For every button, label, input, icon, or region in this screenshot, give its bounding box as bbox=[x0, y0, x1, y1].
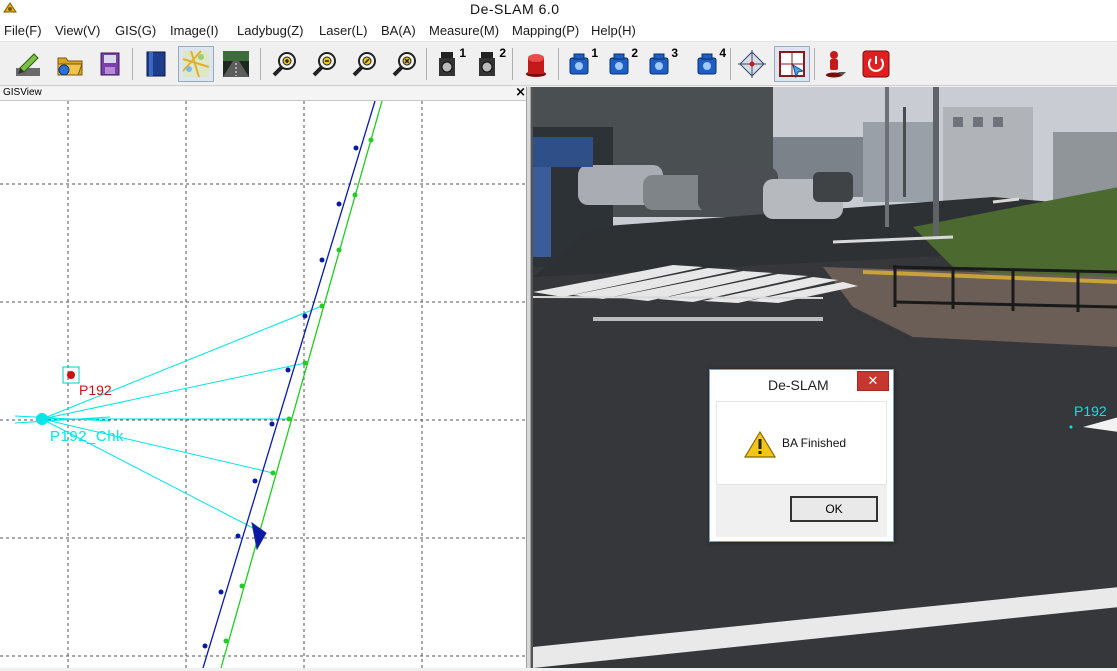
blue-camera-1-number: 1 bbox=[591, 46, 598, 60]
blue-camera-4-button[interactable]: 4 bbox=[690, 46, 726, 82]
menu-measure[interactable]: Measure(M) bbox=[429, 23, 499, 38]
save-button[interactable] bbox=[92, 46, 128, 82]
dialog-title: De-SLAM bbox=[768, 377, 829, 393]
gis-view-close-button[interactable]: × bbox=[515, 85, 526, 100]
toolbar-separator bbox=[512, 48, 513, 80]
dialog-title-bar: De-SLAM ✕ bbox=[710, 370, 893, 400]
toolbar-separator bbox=[814, 48, 815, 80]
menu-bar: File(F) View(V) GIS(G) Image(I) Ladybug(… bbox=[0, 20, 1117, 42]
power-exit-button[interactable] bbox=[858, 46, 894, 82]
book-button[interactable] bbox=[138, 46, 174, 82]
toolbar-separator bbox=[132, 48, 133, 80]
camera-2-number: 2 bbox=[499, 46, 506, 60]
photo-p192-point[interactable] bbox=[1069, 425, 1073, 429]
blue-camera-3-button[interactable]: 3 bbox=[642, 46, 678, 82]
heading-arrow-icon bbox=[251, 521, 267, 551]
person-pin-icon bbox=[826, 51, 846, 78]
dialog-close-button[interactable]: ✕ bbox=[857, 371, 889, 391]
road-image-button[interactable] bbox=[218, 46, 254, 82]
menu-ladybug[interactable]: Ladybug(Z) bbox=[237, 23, 303, 38]
warning-icon bbox=[744, 430, 776, 458]
camera-2-button[interactable]: 2 bbox=[470, 46, 506, 82]
red-marker-icon bbox=[526, 54, 546, 77]
toolbar-separator bbox=[426, 48, 427, 80]
menu-gis[interactable]: GIS(G) bbox=[115, 23, 156, 38]
title-bar: De-SLAM 6.0 bbox=[0, 0, 1117, 20]
menu-laser[interactable]: Laser(L) bbox=[319, 23, 367, 38]
window-title: De-SLAM 6.0 bbox=[470, 1, 560, 17]
camera-1-button[interactable]: 1 bbox=[430, 46, 466, 82]
zoom-cancel-icon bbox=[392, 52, 416, 77]
person-pin-button[interactable] bbox=[818, 46, 854, 82]
blue-camera-2-number: 2 bbox=[631, 46, 638, 60]
toolbar-separator bbox=[558, 48, 559, 80]
camera-1-number: 1 bbox=[459, 46, 466, 60]
zoom-in-icon bbox=[272, 52, 296, 77]
toolbar: 1 2 1 2 3 4 bbox=[0, 42, 1117, 86]
map-view-button[interactable] bbox=[178, 46, 214, 82]
save-disk-icon bbox=[100, 52, 120, 76]
open-folder-button[interactable] bbox=[52, 46, 88, 82]
map-view-icon bbox=[182, 50, 210, 78]
p192-point-marker bbox=[67, 371, 75, 379]
menu-mapping[interactable]: Mapping(P) bbox=[512, 23, 579, 38]
blue-camera-4-number: 4 bbox=[719, 46, 726, 60]
select-window-button[interactable] bbox=[774, 46, 810, 82]
green-track-line bbox=[220, 100, 383, 669]
p192-label: P192 bbox=[79, 382, 112, 398]
p192-chk-label: P192_Chk bbox=[50, 428, 125, 445]
menu-view[interactable]: View(V) bbox=[55, 23, 100, 38]
observation-rays bbox=[14, 305, 323, 530]
pen-tool-button[interactable] bbox=[10, 46, 46, 82]
road-image-icon bbox=[223, 51, 249, 77]
menu-image[interactable]: Image(I) bbox=[170, 23, 218, 38]
target-crosshair-icon bbox=[738, 50, 766, 78]
zoom-out-icon bbox=[312, 52, 336, 77]
zoom-fit-icon bbox=[352, 52, 376, 77]
p192-chk-marker[interactable] bbox=[36, 413, 48, 425]
blue-track-points bbox=[202, 145, 359, 649]
blue-camera-3-number: 3 bbox=[671, 46, 678, 60]
dialog-message: BA Finished bbox=[782, 436, 847, 450]
red-marker-button[interactable] bbox=[518, 46, 554, 82]
blue-camera-1-button[interactable]: 1 bbox=[562, 46, 598, 82]
blue-track-line bbox=[202, 100, 376, 669]
select-window-icon bbox=[779, 51, 805, 79]
open-folder-icon bbox=[57, 57, 83, 76]
book-icon bbox=[146, 51, 166, 77]
ba-finished-dialog: De-SLAM ✕ BA Finished OK bbox=[709, 369, 894, 542]
zoom-cancel-button[interactable] bbox=[386, 46, 422, 82]
menu-file[interactable]: File(F) bbox=[4, 23, 42, 38]
dialog-footer: OK bbox=[716, 485, 887, 537]
blue-camera-2-button[interactable]: 2 bbox=[602, 46, 638, 82]
gis-view-title: GISView bbox=[3, 87, 42, 98]
dialog-body: BA Finished bbox=[716, 401, 887, 485]
gis-map-canvas[interactable]: P192 P192_Chk bbox=[0, 100, 529, 669]
power-exit-icon bbox=[862, 50, 890, 78]
target-crosshair-button[interactable] bbox=[734, 46, 770, 82]
photo-p192-label: P192 bbox=[1074, 403, 1107, 419]
toolbar-separator bbox=[730, 48, 731, 80]
zoom-in-button[interactable] bbox=[266, 46, 302, 82]
gis-view-header: GISView × bbox=[0, 85, 529, 101]
toolbar-separator bbox=[260, 48, 261, 80]
zoom-fit-button[interactable] bbox=[346, 46, 382, 82]
ok-button[interactable]: OK bbox=[790, 496, 878, 522]
pen-tool-icon bbox=[16, 53, 40, 76]
zoom-out-button[interactable] bbox=[306, 46, 342, 82]
green-track-points bbox=[223, 137, 374, 644]
menu-help[interactable]: Help(H) bbox=[591, 23, 636, 38]
menu-ba[interactable]: BA(A) bbox=[381, 23, 416, 38]
